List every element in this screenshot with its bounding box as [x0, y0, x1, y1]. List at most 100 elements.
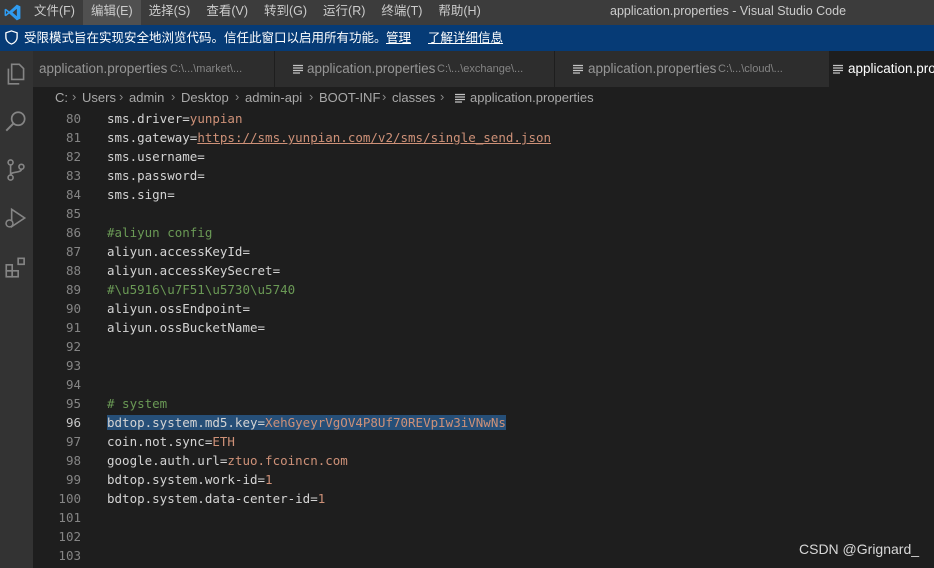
code-line[interactable]: 88 aliyun.accessKeySecret=: [33, 261, 934, 280]
file-lines-icon: [455, 93, 465, 103]
line-number: 88: [65, 263, 81, 278]
menu-item[interactable]: 帮助(H): [430, 0, 488, 25]
menu-item[interactable]: 查看(V): [198, 0, 256, 25]
activity-bar: [0, 51, 33, 568]
code-token: aliyun.ossEndpoint=: [107, 301, 250, 316]
code-token: sms.sign=: [107, 187, 175, 202]
breadcrumb-item[interactable]: Desktop: [181, 87, 229, 108]
line-number: 92: [65, 339, 81, 354]
code-text: aliyun.ossBucketName=: [107, 318, 265, 337]
code-text: sms.username=: [107, 147, 205, 166]
tab-application-properties-market[interactable]: application.properties C:\...\market\...: [33, 51, 275, 87]
run-debug-icon[interactable]: [3, 205, 29, 231]
code-token: aliyun.accessKeySecret=: [107, 263, 281, 278]
code-line[interactable]: 93: [33, 356, 934, 375]
code-line[interactable]: 94: [33, 375, 934, 394]
menu-bar: 文件(F) 编辑(E) 选择(S) 查看(V) 转到(G) 运行(R) 终端(T) 帮助(H): [26, 0, 489, 25]
code-token: ETH: [212, 434, 235, 449]
explorer-icon[interactable]: [3, 61, 29, 87]
breadcrumb-item[interactable]: admin: [129, 87, 164, 108]
line-number: 100: [58, 491, 81, 506]
code-line[interactable]: 90 aliyun.ossEndpoint=: [33, 299, 934, 318]
code-line[interactable]: 91 aliyun.ossBucketName=: [33, 318, 934, 337]
line-number: 80: [65, 111, 81, 126]
code-text: aliyun.accessKeyId=: [107, 242, 250, 261]
file-lines-icon: [293, 64, 303, 74]
watermark: CSDN @Grignard_: [799, 541, 920, 557]
code-token: aliyun.ossBucketName=: [107, 320, 266, 335]
code-token: 1: [317, 491, 326, 506]
menu-item[interactable]: 运行(R): [315, 0, 373, 25]
breadcrumb-item[interactable]: classes: [392, 87, 435, 108]
code-line[interactable]: 96 bdtop.system.md5.key=XehGyeyrVgOV4P8Uf…: [33, 413, 934, 432]
menu-item[interactable]: 终端(T): [373, 0, 430, 25]
code-text: sms.password=: [107, 166, 205, 185]
code-line[interactable]: 82 sms.username=: [33, 147, 934, 166]
manage-link[interactable]: 管理: [386, 25, 411, 51]
menu-item[interactable]: 转到(G): [256, 0, 315, 25]
file-lines-icon: [833, 64, 843, 74]
code-line[interactable]: 99 bdtop.system.work-id=1: [33, 470, 934, 489]
code-line[interactable]: 84 sms.sign=: [33, 185, 934, 204]
code-line[interactable]: 89 #\u5916\u7F51\u5730\u5740: [33, 280, 934, 299]
line-number: 99: [65, 472, 81, 487]
breadcrumb-item[interactable]: BOOT-INF: [319, 87, 380, 108]
chevron-right-icon: ›: [440, 89, 445, 104]
code-line[interactable]: 81 sms.gateway=https://sms.yunpian.com/v2…: [33, 128, 934, 147]
code-text: sms.gateway=https://sms.yunpian.com/v2/s…: [107, 128, 551, 147]
breadcrumb-item[interactable]: C:: [55, 87, 68, 108]
tab-application-properties-cloud[interactable]: application.properties C:\...\cloud\...: [555, 51, 830, 87]
code-line[interactable]: 98 google.auth.url=ztuo.fcoincn.com: [33, 451, 934, 470]
code-text: bdtop.system.data-center-id=1: [107, 489, 325, 508]
breadcrumb-item[interactable]: admin-api: [245, 87, 302, 108]
code-line[interactable]: 97 coin.not.sync=ETH: [33, 432, 934, 451]
code-text: aliyun.accessKeySecret=: [107, 261, 280, 280]
code-token: # system: [107, 396, 168, 411]
file-lines-icon: [573, 64, 583, 74]
code-text: bdtop.system.work-id=1: [107, 470, 273, 489]
code-token: sms.password=: [107, 168, 205, 183]
source-control-icon[interactable]: [3, 157, 29, 183]
code-line[interactable]: 83 sms.password=: [33, 166, 934, 185]
line-number: 85: [65, 206, 81, 221]
tab-description: C:\...\exchange\...: [437, 63, 524, 75]
code-line[interactable]: 100 bdtop.system.data-center-id=1: [33, 489, 934, 508]
search-icon[interactable]: [3, 109, 29, 135]
code-text: aliyun.ossEndpoint=: [107, 299, 250, 318]
line-number: 90: [65, 301, 81, 316]
code-line[interactable]: 92: [33, 337, 934, 356]
line-number: 94: [65, 377, 81, 392]
code-line[interactable]: 85: [33, 204, 934, 223]
tab-label: application.properties: [588, 61, 717, 76]
code-editor[interactable]: 80 sms.driver=yunpian 81 sms.gateway=https:…: [33, 109, 934, 568]
tab-application-properties-active[interactable]: application.pro: [830, 51, 934, 87]
menu-item[interactable]: 选择(S): [141, 0, 199, 25]
tab-application-properties-exchange[interactable]: application.properties C:\...\exchange\.…: [275, 51, 555, 87]
code-line[interactable]: 101: [33, 508, 934, 527]
code-token: aliyun.accessKeyId=: [107, 244, 250, 259]
code-line[interactable]: 86 #aliyun config: [33, 223, 934, 242]
restricted-mode-banner: 受限模式旨在实现安全地浏览代码。信任此窗口以启用所有功能。 管理 了解详细信息: [0, 25, 934, 51]
line-number: 91: [65, 320, 81, 335]
code-text: # system: [107, 394, 167, 413]
vscode-logo-icon: [4, 4, 21, 21]
tab-label: application.properties: [39, 61, 168, 76]
breadcrumb-item[interactable]: Users: [82, 87, 116, 108]
code-token: sms.username=: [107, 149, 205, 164]
breadcrumb: C: › Users › admin › Desktop › admin-api…: [33, 87, 934, 109]
title-bar: 文件(F) 编辑(E) 选择(S) 查看(V) 转到(G) 运行(R) 终端(T) 帮助(H)…: [0, 0, 934, 25]
shield-icon: [5, 30, 18, 45]
code-line[interactable]: 95 # system: [33, 394, 934, 413]
extensions-icon[interactable]: [3, 254, 29, 280]
code-line[interactable]: 87 aliyun.accessKeyId=: [33, 242, 934, 261]
menu-item[interactable]: 编辑(E): [82, 0, 141, 25]
line-number: 82: [65, 149, 81, 164]
code-line[interactable]: 80 sms.driver=yunpian: [33, 109, 934, 128]
learn-more-link[interactable]: 了解详细信息: [428, 25, 503, 51]
code-token: bdtop.system.md5.key=: [107, 415, 266, 430]
breadcrumb-item[interactable]: application.properties: [470, 87, 594, 108]
line-number: 103: [58, 548, 81, 563]
code-token: sms.gateway=: [107, 130, 198, 145]
menu-item[interactable]: 文件(F): [26, 0, 83, 25]
banner-message: 受限模式旨在实现安全地浏览代码。信任此窗口以启用所有功能。: [24, 31, 387, 45]
